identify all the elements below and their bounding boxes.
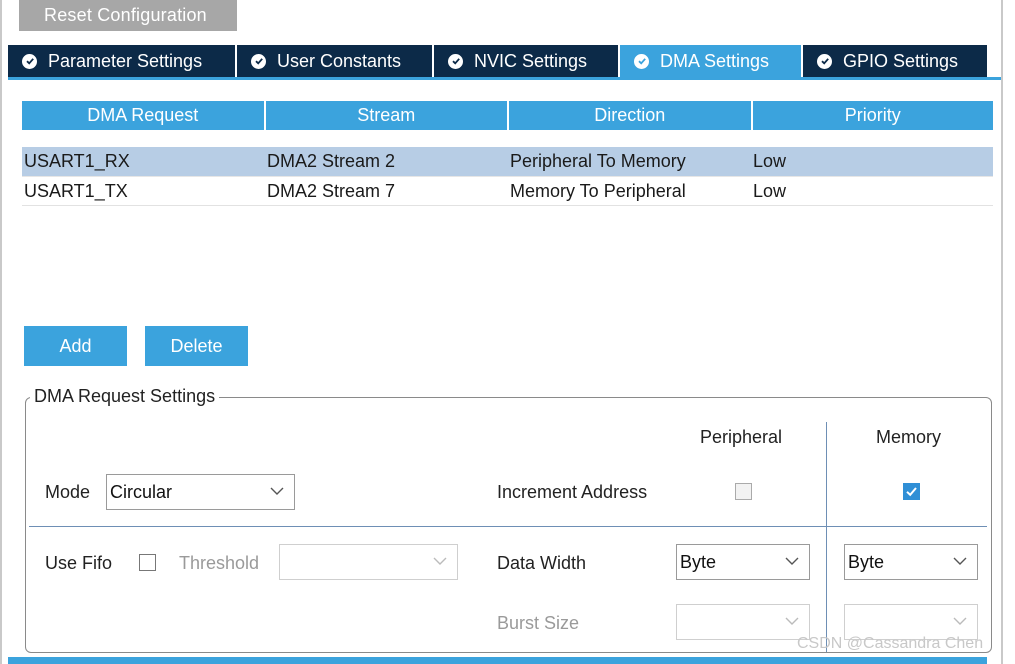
tab-label: User Constants [277, 50, 402, 71]
data-width-peripheral-select[interactable]: Byte [676, 544, 810, 580]
check-circle-icon [634, 53, 649, 69]
use-fifo-label: Use Fifo [45, 553, 113, 573]
increment-memory-checkbox[interactable] [903, 483, 920, 500]
column-header-priority[interactable]: Priority [752, 101, 993, 130]
tab-label: NVIC Settings [474, 50, 588, 71]
chevron-down-icon [785, 617, 799, 625]
cell-priority: Low [753, 151, 787, 171]
chevron-down-icon [953, 617, 967, 625]
frame-left-border [0, 0, 2, 664]
data-width-label: Data Width [497, 553, 587, 573]
column-divider [826, 422, 827, 652]
increment-peripheral-checkbox[interactable] [735, 483, 752, 500]
mode-select[interactable]: Circular [106, 474, 295, 510]
tab-label: Parameter Settings [48, 50, 203, 71]
chevron-down-icon [433, 557, 447, 565]
cell-priority: Low [753, 181, 787, 201]
cell-stream: DMA2 Stream 7 [267, 181, 396, 201]
data-width-peripheral-value: Byte [680, 551, 717, 572]
cell-dma-request: USART1_TX [24, 181, 128, 201]
chevron-down-icon [953, 557, 967, 565]
group-title: DMA Request Settings [30, 386, 220, 407]
column-header-direction[interactable]: Direction [509, 101, 751, 130]
increment-address-label: Increment Address [497, 482, 648, 502]
reset-configuration-button[interactable]: Reset Configuration [19, 0, 237, 31]
cell-direction: Peripheral To Memory [510, 151, 686, 171]
chevron-down-icon [270, 487, 284, 495]
tab-label: DMA Settings [660, 50, 770, 71]
burst-size-peripheral-select[interactable] [676, 604, 810, 640]
delete-button[interactable]: Delete [145, 326, 248, 366]
tab-bar: Parameter Settings User Constants NVIC S… [8, 45, 989, 77]
dma-request-table: DMA Request Stream Direction Priority US… [22, 101, 993, 206]
chevron-down-icon [785, 557, 799, 565]
use-fifo-checkbox[interactable] [139, 554, 156, 571]
mode-label: Mode [45, 482, 91, 502]
check-circle-icon [251, 53, 266, 69]
table-body: USART1_RX DMA2 Stream 2 Peripheral To Me… [22, 147, 993, 206]
check-circle-icon [817, 53, 832, 69]
column-header-stream[interactable]: Stream [265, 101, 507, 130]
burst-size-label: Burst Size [497, 613, 580, 633]
check-circle-icon [22, 53, 37, 69]
cell-dma-request: USART1_RX [24, 151, 130, 171]
tab-dma-settings[interactable]: DMA Settings [620, 45, 803, 77]
data-width-memory-select[interactable]: Byte [844, 544, 978, 580]
data-width-memory-value: Byte [848, 551, 885, 572]
cell-stream: DMA2 Stream 2 [267, 151, 396, 171]
checkmark-icon [906, 487, 917, 497]
peripheral-column-label: Peripheral [700, 427, 783, 447]
tab-nvic-settings[interactable]: NVIC Settings [434, 45, 620, 77]
bottom-accent-bar [8, 657, 987, 664]
tab-parameter-settings[interactable]: Parameter Settings [8, 45, 237, 77]
check-circle-icon [448, 53, 463, 69]
watermark: CSDN @Cassandra Chen [797, 635, 984, 652]
table-row[interactable]: USART1_TX DMA2 Stream 7 Memory To Periph… [22, 176, 993, 205]
frame-right-border [1001, 0, 1003, 664]
row-divider [29, 526, 987, 527]
mode-select-value: Circular [110, 481, 173, 502]
threshold-select[interactable] [279, 544, 458, 580]
tab-underline [8, 77, 1001, 80]
table-row[interactable]: USART1_RX DMA2 Stream 2 Peripheral To Me… [22, 147, 993, 176]
add-button[interactable]: Add [24, 326, 127, 366]
memory-column-label: Memory [876, 427, 942, 447]
table-header: DMA Request Stream Direction Priority [22, 101, 993, 130]
tab-label: GPIO Settings [843, 50, 959, 71]
column-header-dma-request[interactable]: DMA Request [22, 101, 264, 130]
tab-user-constants[interactable]: User Constants [237, 45, 434, 77]
tab-gpio-settings[interactable]: GPIO Settings [803, 45, 989, 77]
threshold-label: Threshold [179, 553, 260, 573]
cell-direction: Memory To Peripheral [510, 181, 686, 201]
